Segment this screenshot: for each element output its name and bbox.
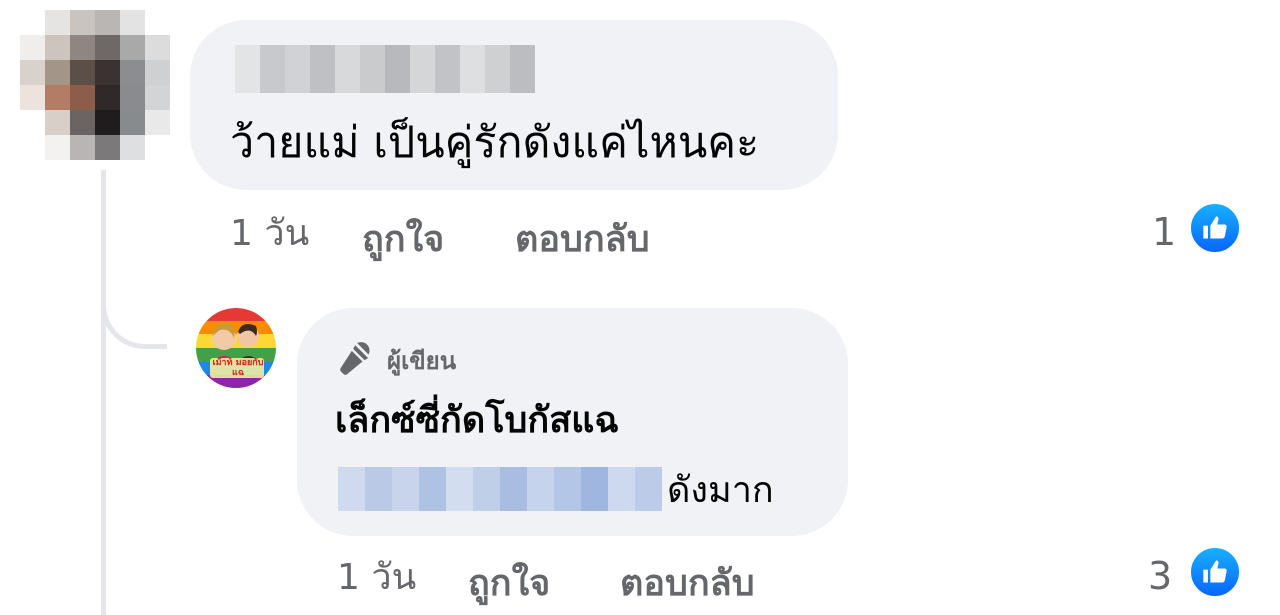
author-badge-label: ผู้เขียน [387, 346, 457, 375]
reply-text-line1: เล็กซ์ซี่กัดโบกัสแฉ [335, 400, 619, 441]
comment-text: ว้ายแม่ เป็นคู่รักดังแค่ไหนคะ [230, 118, 760, 168]
like-icon[interactable] [1188, 201, 1242, 255]
reply-reply-button[interactable]: ตอบกลับ [620, 560, 755, 608]
thread-connector [101, 285, 167, 349]
mentioned-name-blurred[interactable] [338, 467, 662, 511]
reply-button[interactable]: ตอบกลับ [515, 216, 650, 264]
reply-timestamp[interactable]: 1 วัน [337, 554, 416, 602]
reaction-count[interactable]: 1 [1152, 208, 1176, 256]
reply-like-button[interactable]: ถูกใจ [468, 560, 550, 608]
commenter-avatar[interactable] [20, 10, 170, 160]
avatar-logo-text: เม้าท์ มอยกับ แฉ [212, 358, 264, 378]
comment-timestamp[interactable]: 1 วัน [230, 210, 309, 258]
like-icon[interactable] [1188, 545, 1242, 599]
author-badge: ผู้เขียน [337, 340, 456, 380]
commenter-name-blurred[interactable] [235, 45, 535, 93]
thread-line [101, 170, 106, 615]
reply-text-line2: ดังมาก [667, 470, 774, 511]
microphone-icon [337, 338, 377, 382]
reply-reaction-count[interactable]: 3 [1148, 552, 1172, 600]
author-avatar[interactable]: เม้าท์ มอยกับ แฉ [196, 308, 276, 388]
like-button[interactable]: ถูกใจ [362, 216, 444, 264]
